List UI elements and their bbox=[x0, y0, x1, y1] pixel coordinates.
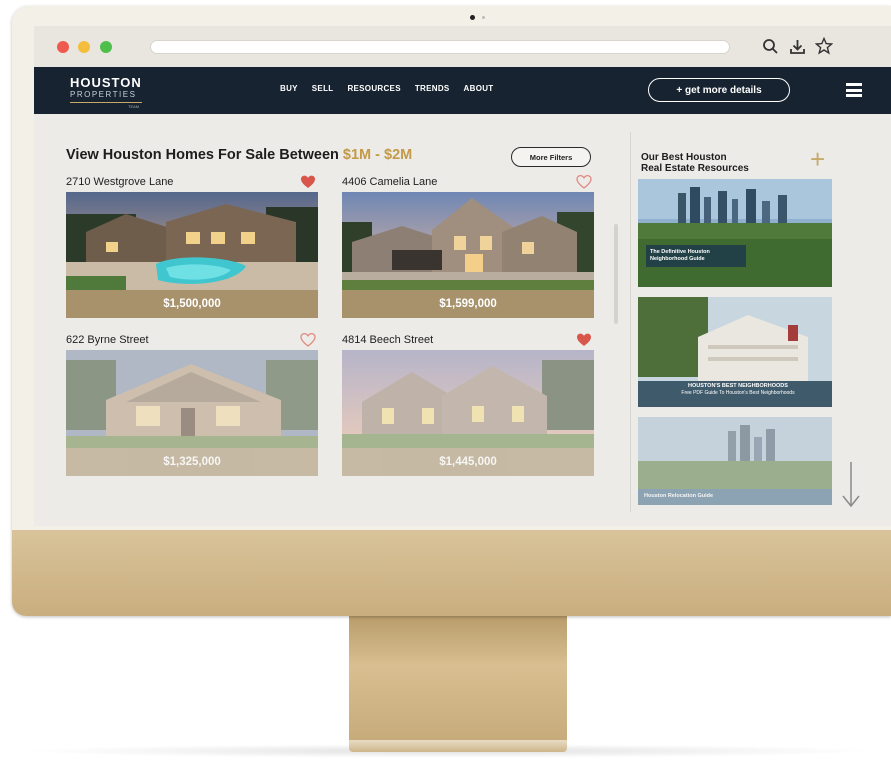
listing-card[interactable]: 2710 Westgrove Lane $1,500,000 bbox=[66, 174, 318, 318]
listing-photo[interactable] bbox=[342, 350, 594, 448]
resources-title-line2: Real Estate Resources bbox=[641, 163, 749, 174]
nav-sell[interactable]: SELL bbox=[312, 84, 334, 93]
listing-photo[interactable] bbox=[66, 350, 318, 448]
monitor-stand bbox=[349, 616, 567, 740]
resource-card[interactable]: The Definitive Houston Neighborhood Guid… bbox=[638, 179, 832, 287]
resource-card-label-line1: HOUSTON'S BEST NEIGHBORHOODS bbox=[688, 383, 788, 389]
listing-address[interactable]: 4814 Beech Street bbox=[342, 334, 433, 346]
stage: HOUSTON PROPERTIES TEAM BUY SELL RESOURC… bbox=[0, 0, 891, 761]
listings-scrollbar[interactable] bbox=[614, 224, 618, 324]
listing-address[interactable]: 622 Byrne Street bbox=[66, 334, 149, 346]
screen: HOUSTON PROPERTIES TEAM BUY SELL RESOURC… bbox=[34, 26, 891, 526]
listing-header: 2710 Westgrove Lane bbox=[66, 174, 318, 192]
listing-price: $1,500,000 bbox=[66, 290, 318, 318]
resource-card-label-line2: Free PDF Guide To Houston's Best Neighbo… bbox=[681, 390, 795, 396]
nav-about[interactable]: ABOUT bbox=[464, 84, 494, 93]
resource-card-label-line1: The Definitive Houston bbox=[650, 249, 710, 255]
camera-sensor bbox=[482, 16, 485, 19]
main-nav: BUY SELL RESOURCES TRENDS ABOUT bbox=[280, 84, 494, 93]
nav-buy[interactable]: BUY bbox=[280, 84, 298, 93]
listing-header: 4406 Camelia Lane bbox=[342, 174, 594, 192]
heart-outline-icon[interactable] bbox=[300, 332, 316, 348]
browser-toolbar bbox=[34, 26, 891, 67]
resource-card-label: The Definitive Houston Neighborhood Guid… bbox=[650, 249, 710, 263]
heart-outline-icon[interactable] bbox=[576, 174, 592, 190]
get-more-details-button[interactable]: + get more details bbox=[648, 78, 790, 102]
site-header: HOUSTON PROPERTIES TEAM BUY SELL RESOURC… bbox=[34, 67, 891, 114]
nav-trends[interactable]: TRENDS bbox=[415, 84, 450, 93]
maximize-window-button[interactable] bbox=[100, 41, 112, 53]
logo-sub-text: PROPERTIES bbox=[70, 90, 137, 99]
listing-header: 622 Byrne Street bbox=[66, 332, 318, 350]
more-filters-button[interactable]: More Filters bbox=[511, 147, 591, 167]
heart-filled-icon[interactable] bbox=[300, 174, 316, 190]
main-content: View Houston Homes For Sale Between $1M … bbox=[34, 114, 891, 526]
listing-photo[interactable] bbox=[66, 192, 318, 290]
resource-card[interactable]: Houston Relocation Guide bbox=[638, 417, 832, 505]
logo-tiny-text: TEAM bbox=[128, 104, 140, 109]
column-divider bbox=[630, 132, 631, 512]
logo-main-text: HOUSTON bbox=[70, 75, 142, 90]
camera bbox=[470, 15, 475, 20]
search-icon[interactable] bbox=[759, 35, 781, 57]
listing-photo[interactable] bbox=[342, 192, 594, 290]
monitor-stand-base bbox=[349, 740, 567, 752]
listing-price: $1,325,000 bbox=[66, 448, 318, 476]
listing-address[interactable]: 2710 Westgrove Lane bbox=[66, 176, 173, 188]
plus-icon[interactable]: + bbox=[810, 146, 825, 172]
listing-address[interactable]: 4406 Camelia Lane bbox=[342, 176, 437, 188]
menu-icon[interactable] bbox=[846, 83, 862, 97]
price-range: $1M - $2M bbox=[342, 147, 413, 163]
resource-card-label: Houston Relocation Guide bbox=[644, 493, 714, 499]
site-logo[interactable]: HOUSTON PROPERTIES TEAM bbox=[70, 75, 142, 109]
resources-title-line1: Our Best Houston bbox=[641, 152, 727, 163]
star-icon[interactable] bbox=[813, 35, 835, 57]
resource-card-label-line2: Neighborhood Guide bbox=[650, 256, 705, 262]
resources-title: Our Best Houston Real Estate Resources bbox=[641, 152, 749, 174]
nav-resources[interactable]: RESOURCES bbox=[347, 84, 400, 93]
monitor: HOUSTON PROPERTIES TEAM BUY SELL RESOURC… bbox=[12, 6, 891, 616]
listing-card[interactable]: 4406 Camelia Lane $1,599,000 bbox=[342, 174, 594, 318]
page-title-prefix: View Houston Homes For Sale Between bbox=[66, 147, 343, 163]
resource-card[interactable]: HOUSTON'S BEST NEIGHBORHOODS Free PDF Gu… bbox=[638, 297, 832, 407]
listing-header: 4814 Beech Street bbox=[342, 332, 594, 350]
listing-card[interactable]: 4814 Beech Street $1,445,000 bbox=[342, 332, 594, 476]
minimize-window-button[interactable] bbox=[78, 41, 90, 53]
arrow-down-icon[interactable] bbox=[840, 460, 862, 510]
page-title: View Houston Homes For Sale Between $1M … bbox=[66, 147, 412, 163]
download-icon[interactable] bbox=[786, 35, 808, 57]
heart-filled-icon[interactable] bbox=[576, 332, 592, 348]
listing-price: $1,599,000 bbox=[342, 290, 594, 318]
resource-card-label: HOUSTON'S BEST NEIGHBORHOODS Free PDF Gu… bbox=[644, 383, 832, 397]
address-bar[interactable] bbox=[150, 40, 730, 54]
listing-price: $1,445,000 bbox=[342, 448, 594, 476]
monitor-chin bbox=[12, 530, 891, 616]
close-window-button[interactable] bbox=[57, 41, 69, 53]
listing-card[interactable]: 622 Byrne Street $1,325,000 bbox=[66, 332, 318, 476]
logo-underline bbox=[70, 102, 142, 103]
